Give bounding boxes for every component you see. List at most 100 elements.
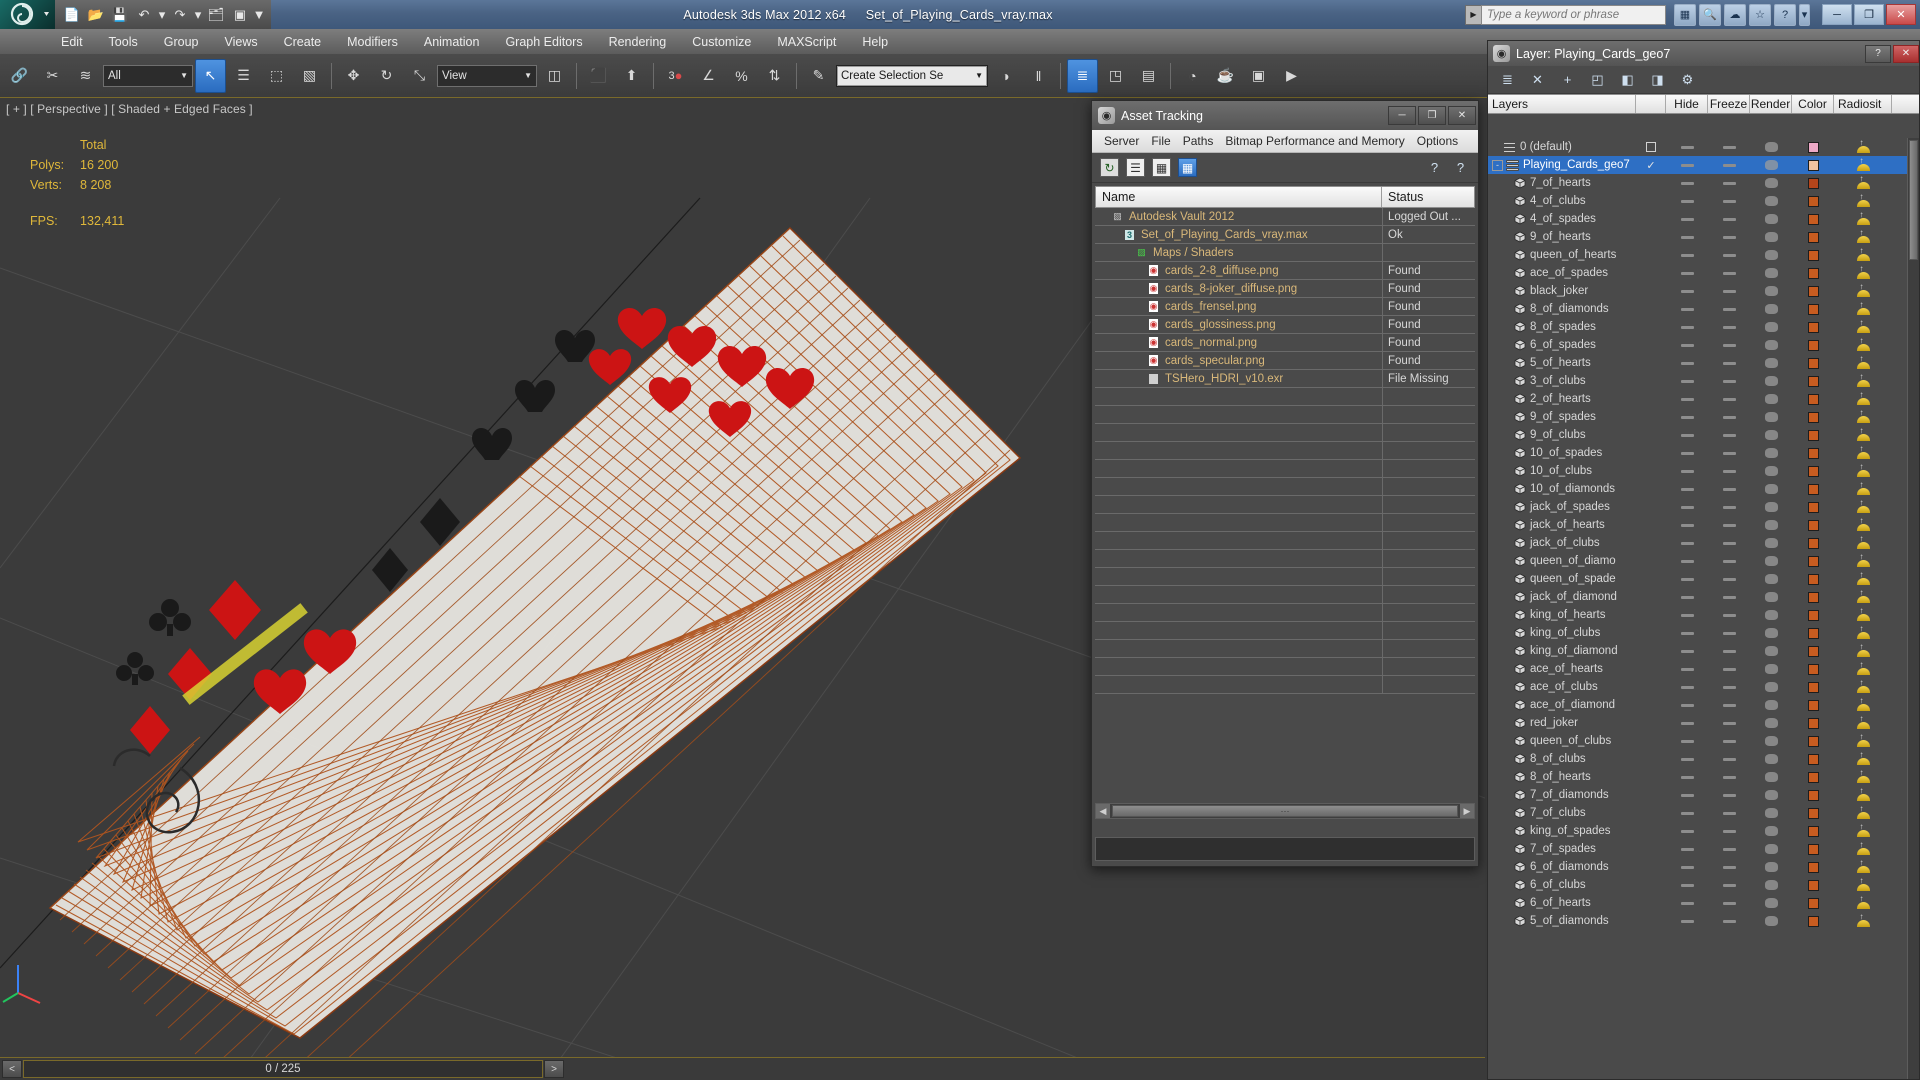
mirror-icon[interactable]: ◑ [990, 59, 1021, 93]
menu-item-maxscript[interactable]: MAXScript [764, 32, 849, 52]
layer-hide-toggle[interactable] [1666, 541, 1708, 545]
unlink-selection-icon[interactable]: ✂ [37, 59, 68, 93]
layer-freeze-toggle[interactable] [1708, 163, 1750, 167]
layer-freeze-toggle[interactable] [1708, 361, 1750, 365]
application-menu-button[interactable] [0, 0, 55, 29]
asset-menu-options[interactable]: Options [1411, 133, 1464, 149]
layer-radiosity-toggle[interactable] [1834, 894, 1892, 909]
schematic-view-icon[interactable]: ▤ [1133, 59, 1164, 93]
search-expand-icon[interactable]: ▶ [1465, 4, 1481, 25]
layer-radiosity-toggle[interactable] [1834, 516, 1892, 531]
highlight-selected-objects-icon[interactable]: ◧ [1618, 70, 1637, 89]
asset-row-empty[interactable] [1095, 640, 1475, 658]
layer-row[interactable]: ace_of_spades [1488, 264, 1907, 282]
layer-freeze-toggle[interactable] [1708, 703, 1750, 707]
layer-hide-toggle[interactable] [1666, 433, 1708, 437]
layer-render-toggle[interactable] [1750, 790, 1792, 800]
scroll-thumb[interactable]: ⋯ [1112, 805, 1458, 817]
layer-color-swatch[interactable] [1792, 717, 1834, 729]
asset-menu-bitmap-performance-and-memory[interactable]: Bitmap Performance and Memory [1219, 133, 1410, 149]
layer-row[interactable]: 5_of_diamonds [1488, 912, 1907, 930]
layer-radiosity-toggle[interactable] [1834, 858, 1892, 873]
layer-row[interactable]: ace_of_diamond [1488, 696, 1907, 714]
asset-column-name[interactable]: Name [1096, 187, 1382, 207]
layer-render-toggle[interactable] [1750, 412, 1792, 422]
layer-radiosity-toggle[interactable] [1834, 480, 1892, 495]
help-icon[interactable]: ? [1774, 3, 1796, 26]
redo-icon[interactable]: ↷ [169, 4, 191, 26]
select-objects-in-layer-icon[interactable]: ◰ [1588, 70, 1607, 89]
layer-radiosity-toggle[interactable] [1834, 372, 1892, 387]
layer-radiosity-toggle[interactable] [1834, 552, 1892, 567]
layer-row[interactable]: 7_of_clubs [1488, 804, 1907, 822]
layer-radiosity-toggle[interactable] [1834, 786, 1892, 801]
layer-radiosity-toggle[interactable] [1834, 174, 1892, 189]
layer-row[interactable]: 10_of_clubs [1488, 462, 1907, 480]
layer-color-swatch[interactable] [1792, 609, 1834, 621]
layer-freeze-toggle[interactable] [1708, 667, 1750, 671]
layer-radiosity-toggle[interactable] [1834, 696, 1892, 711]
asset-row[interactable]: ◉ cards_normal.png Found [1095, 334, 1475, 352]
layer-manager-close-button[interactable]: ✕ [1893, 44, 1919, 63]
layer-radiosity-toggle[interactable] [1834, 804, 1892, 819]
material-editor-icon[interactable]: ◔ [1177, 59, 1208, 93]
layer-color-swatch[interactable] [1792, 249, 1834, 261]
layer-render-toggle[interactable] [1750, 358, 1792, 368]
layer-freeze-toggle[interactable] [1708, 253, 1750, 257]
layer-color-swatch[interactable] [1792, 339, 1834, 351]
layer-row[interactable]: king_of_spades [1488, 822, 1907, 840]
layer-radiosity-toggle[interactable] [1834, 822, 1892, 837]
layer-row[interactable]: jack_of_hearts [1488, 516, 1907, 534]
layer-hide-toggle[interactable] [1666, 487, 1708, 491]
layer-color-swatch[interactable] [1792, 537, 1834, 549]
layer-render-toggle[interactable] [1750, 880, 1792, 890]
asset-row[interactable]: ▨ Maps / Shaders [1095, 244, 1475, 262]
layer-render-toggle[interactable] [1750, 322, 1792, 332]
layer-column-radiosity[interactable]: Radiosit [1834, 95, 1892, 113]
viewport-label[interactable]: [ + ] [ Perspective ] [ Shaded + Edged F… [6, 102, 253, 116]
asset-menu-paths[interactable]: Paths [1177, 133, 1220, 149]
layer-radiosity-toggle[interactable] [1834, 660, 1892, 675]
layer-row[interactable]: 4_of_clubs [1488, 192, 1907, 210]
layer-row[interactable]: queen_of_diamo [1488, 552, 1907, 570]
menu-item-graph-editors[interactable]: Graph Editors [492, 32, 595, 52]
layer-radiosity-toggle[interactable] [1834, 408, 1892, 423]
layer-freeze-toggle[interactable] [1708, 487, 1750, 491]
layer-color-swatch[interactable] [1792, 321, 1834, 333]
layer-row[interactable]: 6_of_clubs [1488, 876, 1907, 894]
layer-radiosity-toggle[interactable] [1834, 300, 1892, 315]
layer-radiosity-toggle[interactable] [1834, 606, 1892, 621]
layer-hide-toggle[interactable] [1666, 667, 1708, 671]
layer-freeze-toggle[interactable] [1708, 595, 1750, 599]
layer-radiosity-toggle[interactable] [1834, 354, 1892, 369]
undo-dropdown-icon[interactable]: ▾ [157, 4, 167, 26]
help-online-icon[interactable]: ? [1425, 158, 1444, 177]
layer-color-swatch[interactable] [1792, 465, 1834, 477]
layer-freeze-toggle[interactable] [1708, 721, 1750, 725]
asset-list-horizontal-scrollbar[interactable]: ◀ ⋯ ▶ [1095, 803, 1475, 819]
favorites-icon[interactable]: ☆ [1749, 3, 1771, 26]
asset-row-empty[interactable] [1095, 586, 1475, 604]
asset-row-empty[interactable] [1095, 568, 1475, 586]
layer-radiosity-toggle[interactable] [1834, 912, 1892, 927]
quick-access-dropdown-icon[interactable]: ▼ [253, 4, 266, 26]
layer-color-swatch[interactable] [1792, 231, 1834, 243]
layer-hide-toggle[interactable] [1666, 343, 1708, 347]
layer-render-toggle[interactable] [1750, 232, 1792, 242]
info-center-icon[interactable]: ☁ [1724, 3, 1746, 26]
layer-hide-toggle[interactable] [1666, 577, 1708, 581]
asset-row-empty[interactable] [1095, 496, 1475, 514]
layer-freeze-toggle[interactable] [1708, 505, 1750, 509]
layer-freeze-toggle[interactable] [1708, 631, 1750, 635]
layer-list-vertical-scrollbar[interactable] [1907, 138, 1919, 1079]
layer-color-swatch[interactable] [1792, 843, 1834, 855]
layer-row[interactable]: 6_of_spades [1488, 336, 1907, 354]
layer-row[interactable]: king_of_hearts [1488, 606, 1907, 624]
layer-radiosity-toggle[interactable] [1834, 624, 1892, 639]
layer-row[interactable]: queen_of_clubs [1488, 732, 1907, 750]
layer-row[interactable]: 8_of_clubs [1488, 750, 1907, 768]
layer-freeze-toggle[interactable] [1708, 235, 1750, 239]
layer-freeze-toggle[interactable] [1708, 217, 1750, 221]
layer-radiosity-toggle[interactable] [1834, 210, 1892, 225]
layer-row[interactable]: 0 (default) [1488, 138, 1907, 156]
